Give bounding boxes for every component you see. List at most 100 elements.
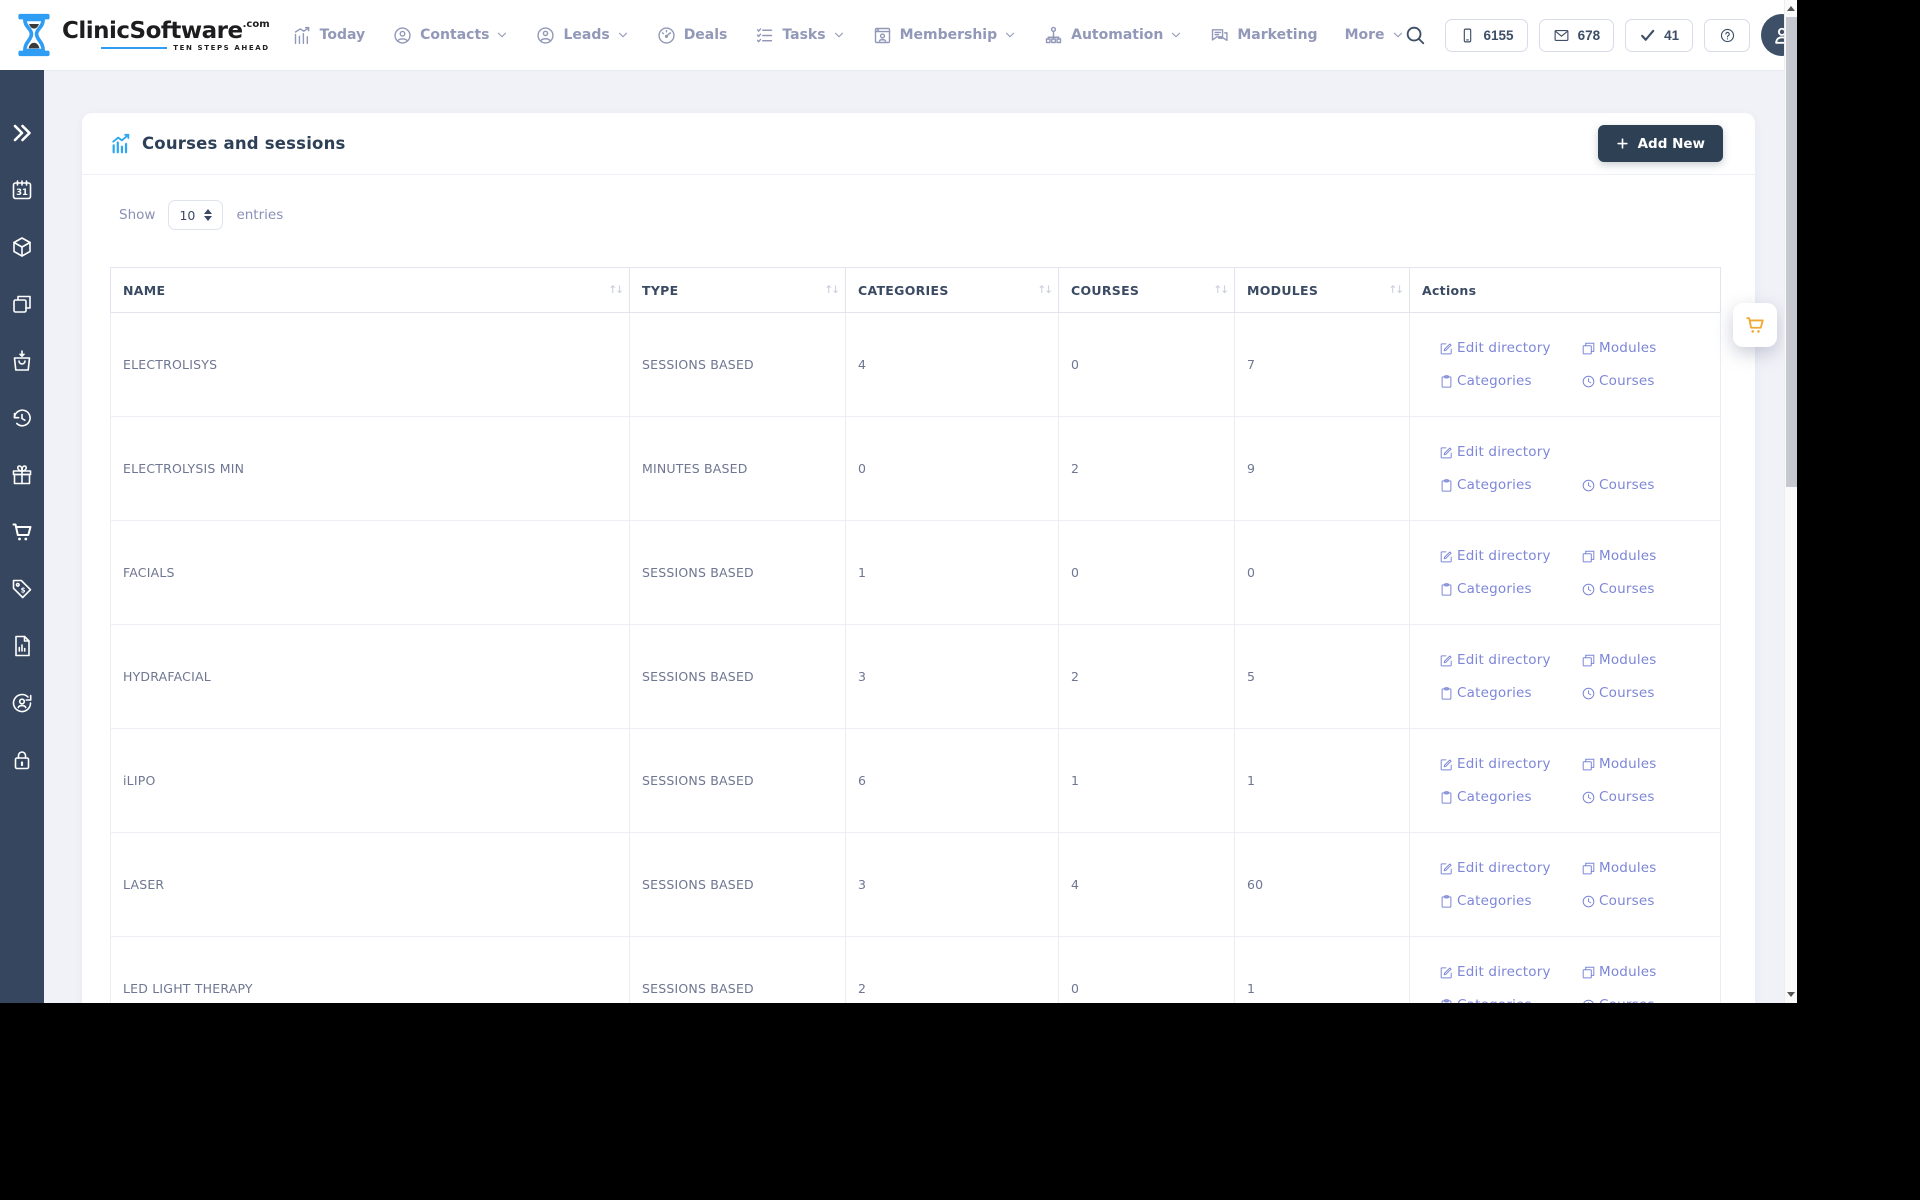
badge-count: 6155 [1483, 27, 1514, 43]
logo-tld-text: .com [242, 19, 270, 30]
column-header-name[interactable]: NAME ↑↓ [110, 267, 630, 313]
column-header-courses[interactable]: COURSES ↑↓ [1058, 267, 1235, 313]
select-arrows-icon [204, 209, 213, 221]
phone-badge-button[interactable]: 6155 [1444, 18, 1528, 52]
action-categories-link[interactable]: Categories [1439, 581, 1581, 597]
action-edit-link[interactable]: Edit directory [1439, 964, 1581, 980]
nav-item-more[interactable]: More [1345, 27, 1404, 43]
nav-item-marketing[interactable]: Marketing [1209, 25, 1318, 46]
nav-item-automation[interactable]: Automation [1043, 25, 1182, 46]
action-edit-link[interactable]: Edit directory [1439, 860, 1581, 876]
action-label: Categories [1457, 477, 1532, 493]
action-categories-link[interactable]: Categories [1439, 893, 1581, 909]
floating-cart-button[interactable] [1733, 303, 1777, 347]
action-courses-link[interactable]: Courses [1581, 373, 1657, 389]
action-label: Categories [1457, 997, 1532, 1003]
table-row: HYDRAFACIAL SESSIONS BASED 3 2 5 Edit directo… [110, 624, 1721, 729]
nav-item-tasks[interactable]: Tasks [754, 25, 844, 46]
modules-icon [1581, 549, 1596, 564]
entries-label: entries [236, 207, 284, 223]
action-courses-link[interactable]: Courses [1581, 685, 1657, 701]
sidebar-item-copy[interactable] [0, 275, 44, 332]
action-modules-link[interactable]: Modules [1581, 340, 1657, 356]
sidebar-item-cube[interactable] [0, 218, 44, 275]
action-edit-link[interactable]: Edit directory [1439, 340, 1581, 356]
sidebar-item-double-chevron-right[interactable] [0, 104, 44, 161]
cell-courses: 1 [1058, 728, 1235, 833]
help-button[interactable] [1704, 18, 1751, 52]
chart-growth-icon [110, 133, 132, 155]
page-length-control: Show 10 entries [119, 200, 1727, 230]
scrollbar-thumb[interactable] [1786, 17, 1797, 487]
action-modules-link[interactable]: Modules [1581, 860, 1657, 876]
column-header-categories[interactable]: CATEGORIES ↑↓ [845, 267, 1059, 313]
sidebar-item-client-rotation[interactable] [0, 674, 44, 731]
nav-item-leads[interactable]: Leads [535, 25, 628, 46]
action-modules-link[interactable]: Modules [1581, 964, 1657, 980]
cell-modules: 60 [1234, 832, 1410, 937]
envelope-badge-button[interactable]: 678 [1538, 18, 1615, 52]
add-new-button[interactable]: Add New [1597, 125, 1723, 162]
modules-icon [1581, 341, 1596, 356]
action-modules-link[interactable]: Modules [1581, 652, 1657, 668]
clinicsoftware-logo[interactable]: ClinicSoftware .com TEN STEPS AHEAD [12, 11, 270, 59]
action-categories-link[interactable]: Categories [1439, 789, 1581, 805]
column-label: CATEGORIES [858, 282, 949, 298]
action-modules-link[interactable]: Modules [1581, 756, 1657, 772]
action-courses-link[interactable]: Courses [1581, 789, 1657, 805]
action-label: Categories [1457, 373, 1532, 389]
column-header-type[interactable]: TYPE ↑↓ [629, 267, 846, 313]
chevron-down-icon [1392, 29, 1404, 41]
action-courses-link[interactable]: Courses [1581, 581, 1657, 597]
action-label: Modules [1599, 964, 1657, 980]
sidebar-item-lock[interactable] [0, 731, 44, 788]
categories-icon [1439, 374, 1454, 389]
cell-name: LED LIGHT THERAPY [110, 936, 630, 1003]
action-courses-link[interactable]: Courses [1581, 893, 1657, 909]
svg-text:31: 31 [16, 188, 28, 198]
action-label: Categories [1457, 893, 1532, 909]
nav-item-deals[interactable]: Deals [656, 25, 727, 46]
action-categories-link[interactable]: Categories [1439, 373, 1581, 389]
scrollbar-down-arrow[interactable] [1785, 987, 1797, 1002]
action-edit-link[interactable]: Edit directory [1439, 548, 1581, 564]
column-header-modules[interactable]: MODULES ↑↓ [1234, 267, 1410, 313]
sidebar-item-shopping-bag[interactable] [0, 332, 44, 389]
action-modules-link[interactable]: Modules [1581, 548, 1657, 564]
table-row: ELECTROLYSIS MIN MINUTES BASED 0 2 9 Edit dir… [110, 416, 1721, 521]
edit-icon [1439, 341, 1454, 356]
nav-item-membership[interactable]: Membership [872, 25, 1017, 46]
action-categories-link[interactable]: Categories [1439, 997, 1581, 1003]
notification-badges: 6155 678 41 [1444, 18, 1694, 52]
cell-categories: 6 [845, 728, 1059, 833]
action-edit-link[interactable]: Edit directory [1439, 652, 1581, 668]
action-courses-link[interactable]: Courses [1581, 997, 1657, 1003]
action-categories-link[interactable]: Categories [1439, 477, 1581, 493]
sidebar-item-cart[interactable] [0, 503, 44, 560]
action-edit-link[interactable]: Edit directory [1439, 444, 1581, 460]
action-edit-link[interactable]: Edit directory [1439, 756, 1581, 772]
sidebar-item-calendar[interactable]: 31 [0, 161, 44, 218]
action-courses-link[interactable]: Courses [1581, 477, 1655, 493]
page-size-select[interactable]: 10 [168, 200, 224, 230]
card-header: Courses and sessions Add New [82, 113, 1755, 175]
search-icon[interactable] [1404, 24, 1426, 46]
sidebar-item-report[interactable] [0, 617, 44, 674]
sidebar-item-gift[interactable] [0, 446, 44, 503]
left-sidebar: 31 $ [0, 70, 44, 1003]
modules-icon [1581, 757, 1596, 772]
nav-item-label: Membership [899, 27, 998, 43]
sidebar-item-history[interactable] [0, 389, 44, 446]
cell-actions: Edit directory Modules Categories Courses [1409, 728, 1721, 833]
action-label: Modules [1599, 860, 1657, 876]
nav-item-contacts[interactable]: Contacts [392, 25, 508, 46]
scrollbar-up-arrow[interactable] [1785, 1, 1797, 16]
edit-icon [1439, 653, 1454, 668]
edit-icon [1439, 757, 1454, 772]
cell-courses: 0 [1058, 312, 1235, 417]
action-categories-link[interactable]: Categories [1439, 685, 1581, 701]
check-badge-button[interactable]: 41 [1625, 18, 1694, 52]
sidebar-item-price-tag[interactable]: $ [0, 560, 44, 617]
nav-item-today[interactable]: Today [292, 25, 365, 46]
cell-modules: 7 [1234, 312, 1410, 417]
